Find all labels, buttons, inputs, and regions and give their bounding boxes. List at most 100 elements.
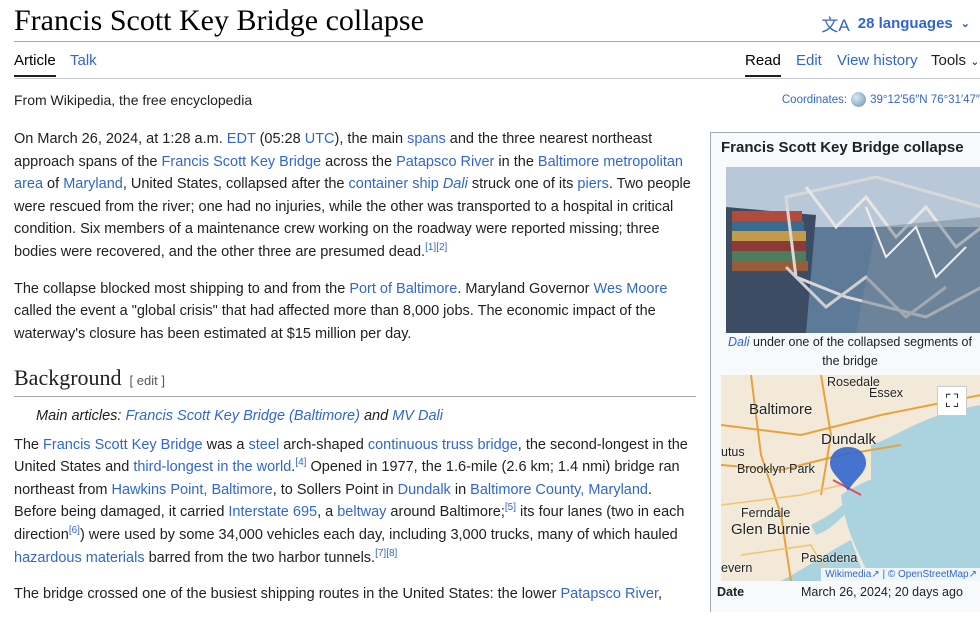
text: , (658, 586, 663, 603)
globe-icon[interactable] (851, 92, 867, 107)
location-map[interactable]: Rosedale Essex Baltimore Dundalk utus Br… (721, 375, 980, 581)
tools-menu[interactable]: Tools ⌄ (931, 52, 979, 69)
translate-icon: 文A (821, 16, 850, 35)
edit-label: [ edit ] (129, 373, 165, 389)
infobox: Francis Scott Key Bridge collapse Dali u… (710, 132, 980, 612)
languages-button[interactable]: 文A 28 languages ⌄ (821, 11, 970, 36)
tab-read[interactable]: Read (745, 52, 781, 77)
languages-label: 28 languages (857, 15, 953, 32)
map-label: Ferndale (741, 506, 791, 520)
photo-caption: Dali under one of the collapsed segments… (719, 333, 980, 371)
paragraph: The Francis Scott Key Bridge was a steel… (14, 434, 696, 570)
section-heading: Background [ edit ] (14, 367, 696, 397)
photo-illustration (726, 167, 980, 333)
link-patapsco[interactable]: Patapsco River (396, 154, 494, 170)
text: (05:28 (255, 131, 305, 147)
text: The (14, 436, 44, 453)
text: of (43, 176, 64, 193)
text: around Baltimore; (386, 504, 505, 521)
paragraph: On March 26, 2024, at 1:28 a.m. EDT (05:… (14, 128, 696, 264)
link-hazardous-materials[interactable]: hazardous materials (14, 550, 145, 566)
map-label: utus (721, 445, 745, 459)
reference[interactable]: [6] (69, 525, 80, 536)
row-key: Date (717, 585, 745, 599)
text: barred from the two harbor tunnels. (144, 549, 376, 566)
reference[interactable]: [4] (295, 457, 306, 468)
link-spans[interactable]: spans (407, 131, 446, 147)
link-wes-moore[interactable]: Wes Moore (594, 281, 668, 297)
map-label: Dundalk (821, 431, 877, 448)
link-main-article-dali[interactable]: MV Dali (392, 408, 443, 424)
link-utc[interactable]: UTC (305, 131, 335, 147)
row-value: March 26, 2024; 20 days ago (801, 585, 963, 599)
tab-article[interactable]: Article (14, 52, 56, 77)
text: The collapse blocked most shipping to an… (14, 280, 350, 297)
link-patapsco[interactable]: Patapsco River (561, 586, 659, 602)
text: , United States, collapsed after the (122, 176, 349, 193)
collapse-photo[interactable] (726, 167, 980, 333)
text: , to Sollers Point in (272, 481, 398, 498)
link-main-article-bridge[interactable]: Francis Scott Key Bridge (Baltimore) (125, 408, 360, 424)
site-tagline: From Wikipedia, the free encyclopedia (14, 92, 253, 108)
link-fskb[interactable]: Francis Scott Key Bridge (162, 154, 322, 170)
link-container-ship[interactable]: container ship (349, 176, 439, 192)
reference[interactable]: [7][8] (375, 548, 397, 559)
text: in (450, 481, 471, 498)
map-label: Glen Burnie (731, 521, 811, 538)
tools-label: Tools (931, 52, 967, 69)
tabs-divider (14, 78, 980, 79)
link-piers[interactable]: piers (577, 176, 608, 192)
text: was a (202, 436, 249, 453)
fullscreen-icon[interactable]: ⛶ (937, 386, 967, 416)
link-edt[interactable]: EDT (227, 131, 256, 147)
text: . Maryland Governor (457, 280, 594, 297)
paragraph: The bridge crossed one of the busiest sh… (14, 583, 696, 606)
map-label: evern (721, 561, 753, 575)
section-edit-link[interactable]: [ edit ] (130, 373, 165, 388)
caption-link-dali[interactable]: Dali (728, 335, 750, 349)
text: ), the main (334, 131, 408, 147)
page-tabs: Article Talk Read Edit View history Tool… (0, 52, 980, 78)
link-beltway[interactable]: beltway (337, 504, 386, 520)
text: arch-shaped (279, 436, 368, 453)
hatnote: Main articles: Francis Scott Key Bridge … (36, 405, 696, 428)
map-attribution[interactable]: Wikimedia↗ | © OpenStreetMap↗ (821, 568, 980, 581)
link-port-of-baltimore[interactable]: Port of Baltimore (349, 281, 457, 297)
link-third-longest[interactable]: third-longest in the world (133, 459, 291, 475)
link-maryland[interactable]: Maryland (63, 176, 123, 192)
tab-view-history[interactable]: View history (837, 52, 918, 69)
map-label: Pasadena (801, 551, 858, 565)
coordinates-label: Coordinates: (781, 93, 848, 106)
text: and (359, 407, 393, 424)
text: struck one of its (467, 176, 578, 193)
map-label: Essex (869, 386, 904, 400)
link-hawkins-point[interactable]: Hawkins Point, Baltimore (112, 482, 273, 498)
map-label: Brooklyn Park (737, 462, 815, 476)
text: The bridge crossed one of the busiest sh… (14, 586, 561, 603)
map-label: Baltimore (749, 401, 813, 418)
link-baltimore-county[interactable]: Baltimore County, Maryland (470, 482, 648, 498)
tab-talk[interactable]: Talk (70, 52, 97, 69)
text: Main articles: (36, 407, 126, 424)
link-truss-bridge[interactable]: continuous truss bridge (368, 437, 518, 453)
text: , a (317, 504, 338, 521)
link-steel[interactable]: steel (249, 437, 280, 453)
link-fskb[interactable]: Francis Scott Key Bridge (43, 437, 203, 453)
link-interstate-695[interactable]: Interstate 695 (228, 504, 317, 520)
reference[interactable]: [1][2] (425, 242, 447, 253)
text: ) were used by some 34,000 vehicles each… (79, 526, 678, 543)
reference[interactable]: [5] (505, 502, 516, 513)
page-title: Francis Scott Key Bridge collapse (14, 4, 424, 37)
link-dali[interactable]: Dali (443, 176, 468, 192)
coordinates-link[interactable]: 39°12′56″N 76°31′47″ (870, 94, 980, 106)
text: On March 26, 2024, at 1:28 a.m. (14, 131, 227, 147)
chevron-down-icon: ⌄ (970, 56, 980, 68)
text: in the (494, 153, 538, 170)
paragraph: The collapse blocked most shipping to an… (14, 278, 696, 346)
link-dundalk[interactable]: Dundalk (398, 482, 451, 498)
article-body: On March 26, 2024, at 1:28 a.m. EDT (05:… (14, 128, 696, 620)
caption-text: under one of the collapsed segments of t… (749, 335, 972, 368)
tab-edit[interactable]: Edit (796, 52, 822, 69)
infobox-title: Francis Scott Key Bridge collapse (721, 139, 964, 156)
text: called the event a "global crisis" that … (14, 303, 656, 342)
